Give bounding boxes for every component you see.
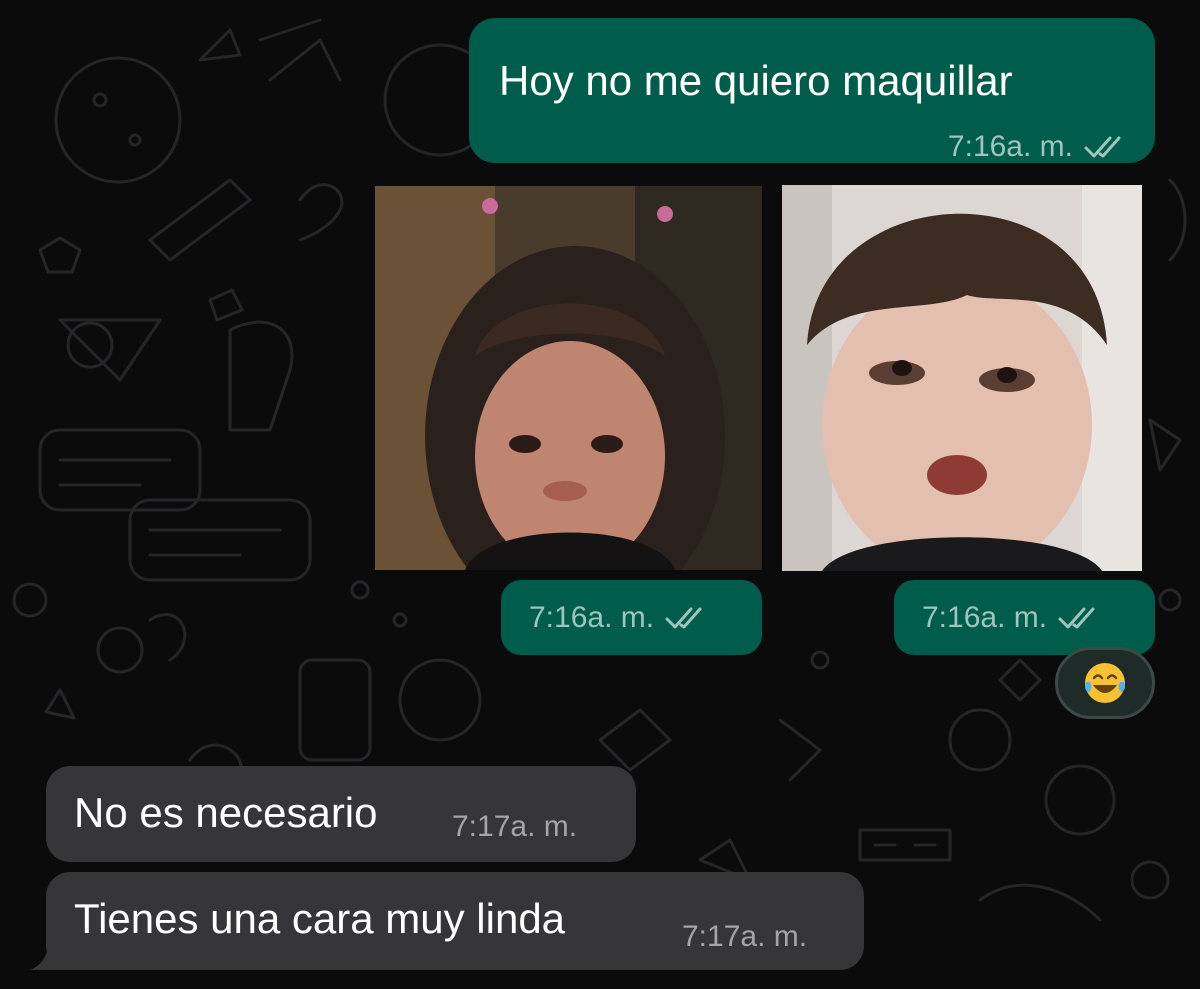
- outgoing-message-bubble[interactable]: Hoy no me quiero maquillar 7:16a. m.: [469, 18, 1155, 163]
- message-time: 7:16a. m.: [947, 130, 1073, 163]
- message-text: Hoy no me quiero maquillar: [499, 57, 1013, 104]
- message-text: No es necesario: [74, 789, 378, 836]
- photo-timestamp-bubble: 7:16a. m.: [894, 580, 1155, 655]
- photo-message-girl[interactable]: [375, 186, 762, 570]
- message-meta: 7:16a. m.: [948, 130, 1129, 164]
- incoming-message-bubble[interactable]: Tienes una cara muy linda 7:17a. m.: [46, 872, 864, 970]
- photo-image: [782, 185, 1142, 571]
- message-meta: 7:17a. m.: [452, 810, 577, 844]
- message-time: 7:17a. m.: [452, 810, 578, 843]
- incoming-message-bubble[interactable]: No es necesario 7:17a. m.: [46, 766, 636, 862]
- message-text: Tienes una cara muy linda: [74, 895, 566, 942]
- photo-message-boy[interactable]: [782, 185, 1142, 571]
- double-check-icon: [1084, 136, 1121, 158]
- double-check-icon: [1058, 607, 1095, 629]
- message-meta: 7:17a. m.: [682, 920, 807, 954]
- tears-of-joy-emoji: [1085, 663, 1125, 703]
- message-time: 7:16a. m.: [529, 601, 655, 634]
- chat-area[interactable]: Hoy no me quiero maquillar 7:16a. m. 7:1…: [0, 0, 1200, 989]
- message-meta: 7:16a. m.: [529, 601, 710, 635]
- message-time: 7:17a. m.: [682, 920, 808, 953]
- photo-image: [375, 186, 762, 570]
- double-check-icon: [665, 607, 702, 629]
- message-meta: 7:16a. m.: [922, 601, 1103, 635]
- message-reaction[interactable]: [1055, 647, 1155, 719]
- message-time: 7:16a. m.: [922, 601, 1048, 634]
- photo-timestamp-bubble: 7:16a. m.: [501, 580, 762, 655]
